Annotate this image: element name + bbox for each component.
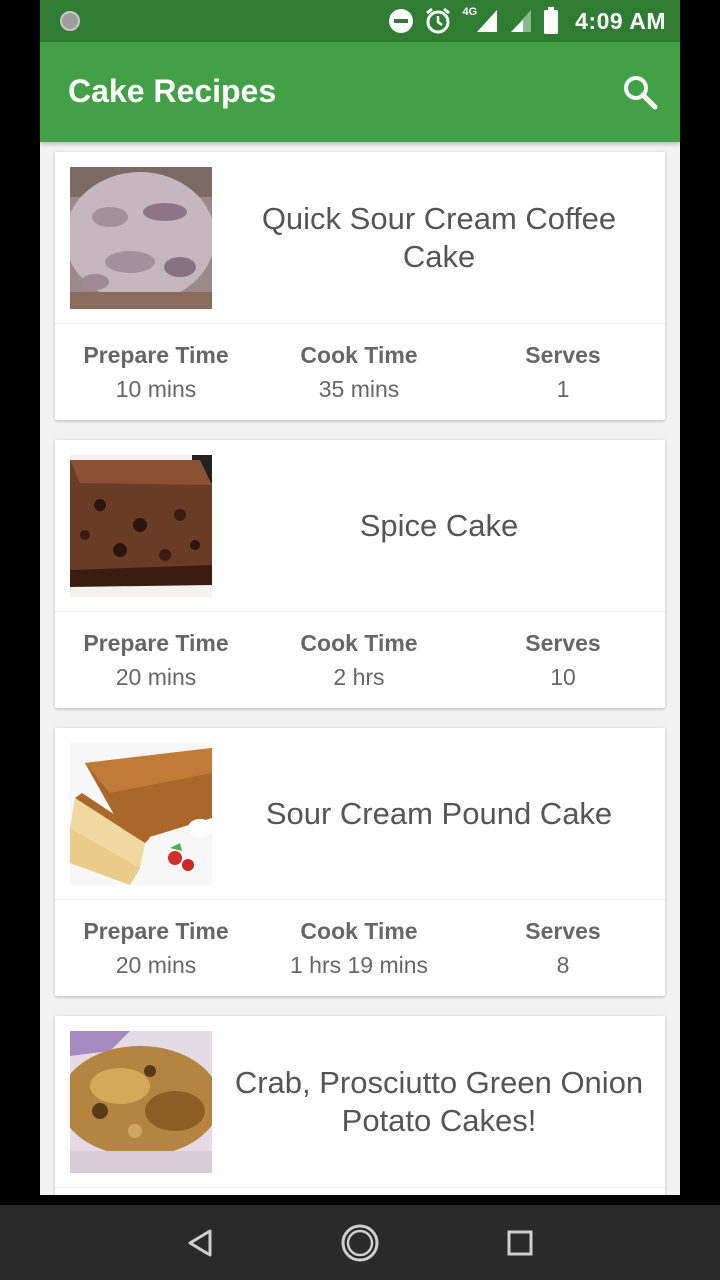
cook-time-value: 35 mins [318,376,400,402]
cook-time-label: Cook Time [300,918,418,944]
serves-label: Serves [525,342,601,368]
recipe-card[interactable]: Crab, Prosciutto Green Onion Potato Cake… [55,1016,665,1195]
recipe-stats: Prepare Time 20 mins Cook Time 1 hrs 19 … [55,914,665,984]
recipe-title: Crab, Prosciutto Green Onion Potato Cake… [234,1065,644,1138]
cook-time-stat: Cook Time 2 hrs [259,626,459,694]
cook-time-stat: Cook Time 1 hrs 19 mins [259,914,459,982]
notification-dot-icon [60,11,80,31]
card-divider [55,611,665,612]
home-button[interactable] [336,1219,384,1267]
cook-time-label: Cook Time [300,630,418,656]
recents-button[interactable] [496,1219,544,1267]
recipe-stats: Prepare Time 20 mins Cook Time 2 hrs Ser… [55,626,665,696]
prepare-time-stat: Prepare Time 20 mins [56,914,256,982]
prepare-time-stat: Prepare Time 20 mins [56,626,256,694]
status-bar: 4G 4:09 AM [40,0,680,42]
recipe-image [70,743,212,885]
alarm-icon [426,7,451,34]
cook-time-value: 1 hrs 19 mins [289,952,429,978]
serves-stat: Serves 8 [463,914,663,982]
page-title: Cake Recipes [68,73,277,109]
recipe-title: Sour Cream Pound Cake [265,796,613,831]
app-screen: 4G 4:09 AM Cake Recipes Quick Sour Cream… [40,0,680,1195]
prepare-time-label: Prepare Time [83,630,229,656]
prepare-time-value: 20 mins [115,952,197,978]
recipe-card[interactable]: Sour Cream Pound Cake Prepare Time 20 mi… [55,728,665,996]
serves-label: Serves [525,918,601,944]
recipe-stats: Prepare Time 10 mins Cook Time 35 mins S… [55,338,665,408]
serves-label: Serves [525,630,601,656]
prepare-time-value: 10 mins [115,376,197,402]
card-divider [55,1187,665,1188]
cook-time-value: 2 hrs [333,664,385,690]
serves-value: 8 [556,952,570,978]
do-not-disturb-icon [389,9,414,33]
cook-time-label: Cook Time [300,342,418,368]
signal-icon [477,10,498,32]
prepare-time-label: Prepare Time [83,342,229,368]
home-icon [341,1224,379,1262]
search-icon [624,76,658,110]
prepare-time-stat: Prepare Time 10 mins [56,338,256,406]
navigation-bar [0,1205,720,1280]
serves-stat: Serves 10 [463,626,663,694]
recipe-image [70,1031,212,1173]
recipe-list: Quick Sour Cream Coffee Cake Prepare Tim… [55,152,665,1195]
recipe-card[interactable]: Spice Cake Prepare Time 20 mins Cook Tim… [55,440,665,708]
signal-icon [511,10,532,32]
battery-icon [544,7,559,34]
recipe-image [70,455,212,597]
prepare-time-value: 20 mins [115,664,197,690]
recents-icon [507,1230,533,1256]
card-divider [55,323,665,324]
recipe-title: Quick Sour Cream Coffee Cake [261,201,617,274]
card-divider [55,899,665,900]
app-bar: Cake Recipes [40,42,680,142]
status-time: 4:09 AM [575,7,666,34]
back-icon [188,1229,212,1257]
serves-stat: Serves 1 [463,338,663,406]
serves-value: 10 [550,664,576,690]
search-button[interactable] [622,74,658,110]
serves-value: 1 [556,376,570,402]
recipe-card[interactable]: Quick Sour Cream Coffee Cake Prepare Tim… [55,152,665,420]
recipe-image [70,167,212,309]
prepare-time-label: Prepare Time [83,918,229,944]
cook-time-stat: Cook Time 35 mins [259,338,459,406]
back-button[interactable] [176,1219,224,1267]
recipe-title: Spice Cake [359,508,519,543]
